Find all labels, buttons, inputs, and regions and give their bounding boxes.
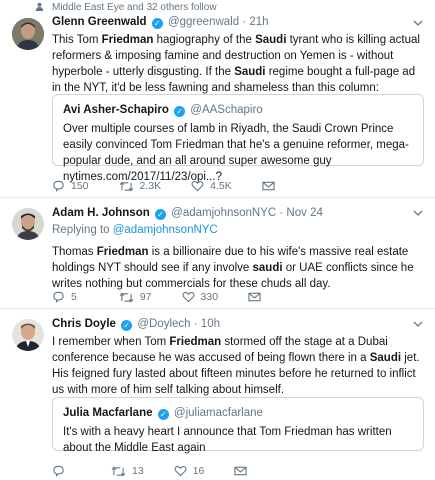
envelope-icon bbox=[248, 292, 261, 302]
separator: · bbox=[190, 318, 201, 330]
heart-icon bbox=[182, 292, 195, 303]
tweet-text: Thomas Friedman is a billionaire due to … bbox=[52, 246, 414, 290]
author-name[interactable]: Adam H. Johnson bbox=[52, 207, 150, 219]
retweet-icon bbox=[119, 291, 134, 303]
timestamp[interactable]: 21h bbox=[249, 16, 268, 28]
quoted-author-handle: @juliamacfarlane bbox=[173, 407, 263, 419]
quoted-tweet[interactable]: Avi Asher-Schapiro ✓ @AASchapiro Over mu… bbox=[52, 94, 424, 183]
verified-badge-icon: ✓ bbox=[151, 18, 163, 29]
quoted-author-name: Julia Macfarlane bbox=[63, 407, 153, 419]
author-handle[interactable]: @Doylech bbox=[137, 318, 190, 330]
verified-badge-icon: ✓ bbox=[121, 320, 133, 331]
message-button[interactable] bbox=[234, 466, 253, 476]
heart-icon bbox=[191, 181, 204, 192]
verified-badge-icon: ✓ bbox=[157, 409, 169, 420]
replying-to: Replying to @adamjohnsonNYC bbox=[52, 224, 218, 236]
tweet-text: I remember when Tom Friedman stormed off… bbox=[52, 336, 420, 396]
envelope-icon bbox=[262, 181, 275, 191]
author-handle[interactable]: @adamjohnsonNYC bbox=[171, 207, 276, 219]
quoted-text: It's with a heavy heart I announce that … bbox=[63, 426, 392, 454]
tweet-actions: 150 2.3K 4.5K bbox=[52, 180, 311, 192]
heart-icon bbox=[174, 466, 187, 477]
envelope-icon bbox=[234, 466, 248, 476]
quoted-author-handle: @AASchapiro bbox=[190, 104, 263, 116]
tweet-actions: 5 97 330 bbox=[52, 291, 297, 303]
quoted-author-name: Avi Asher-Schapiro bbox=[63, 104, 169, 116]
reply-count: 150 bbox=[71, 180, 89, 192]
reply-icon bbox=[53, 180, 64, 192]
like-count: 330 bbox=[200, 291, 219, 303]
retweet-button[interactable]: 2.3K bbox=[119, 180, 162, 192]
tweet[interactable]: Chris Doyle ✓ @Doylech · 10h I remember … bbox=[0, 309, 435, 480]
reply-button[interactable]: 150 bbox=[52, 180, 89, 192]
separator: · bbox=[276, 207, 287, 219]
avatar[interactable] bbox=[12, 208, 44, 240]
tweet[interactable]: Adam H. Johnson ✓ @adamjohnsonNYC · Nov … bbox=[0, 198, 435, 309]
author-name[interactable]: Glenn Greenwald bbox=[52, 16, 147, 28]
author-handle[interactable]: @ggreenwald bbox=[168, 16, 239, 28]
timestamp[interactable]: Nov 24 bbox=[286, 207, 322, 219]
like-count: 16 bbox=[192, 465, 205, 477]
like-count: 4.5K bbox=[210, 180, 232, 192]
timestamp[interactable]: 10h bbox=[201, 318, 220, 330]
separator: · bbox=[239, 16, 250, 28]
verified-badge-icon: ✓ bbox=[154, 209, 166, 220]
retweet-button[interactable]: 97 bbox=[119, 291, 152, 303]
like-button[interactable]: 4.5K bbox=[191, 180, 232, 192]
retweet-icon bbox=[111, 465, 126, 477]
author-name[interactable]: Chris Doyle bbox=[52, 318, 116, 330]
retweet-count: 13 bbox=[132, 465, 144, 477]
reply-to-link[interactable]: @adamjohnsonNYC bbox=[113, 224, 218, 236]
reply-icon bbox=[53, 291, 64, 303]
avatar[interactable] bbox=[12, 18, 44, 50]
retweet-button[interactable]: 13 bbox=[111, 465, 144, 477]
reply-button[interactable] bbox=[52, 465, 71, 477]
avatar[interactable] bbox=[12, 319, 44, 351]
message-button[interactable] bbox=[248, 292, 267, 302]
retweet-count: 2.3K bbox=[139, 180, 162, 192]
retweet-count: 97 bbox=[139, 291, 152, 303]
quoted-text: Over multiple courses of lamb in Riyadh,… bbox=[63, 123, 409, 183]
message-button[interactable] bbox=[262, 181, 281, 191]
quoted-tweet[interactable]: Julia Macfarlane ✓ @juliamacfarlane It's… bbox=[52, 397, 424, 454]
tweet-text: This Tom Friedman hagiography of the Sau… bbox=[52, 34, 420, 94]
like-button[interactable]: 330 bbox=[182, 291, 219, 303]
tweet-actions: 13 16 bbox=[52, 465, 283, 477]
tweet[interactable]: Glenn Greenwald ✓ @ggreenwald · 21h This… bbox=[0, 0, 435, 198]
reply-button[interactable]: 5 bbox=[52, 291, 77, 303]
reply-count: 5 bbox=[71, 291, 77, 303]
like-button[interactable]: 16 bbox=[174, 465, 205, 477]
verified-badge-icon: ✓ bbox=[174, 106, 186, 117]
reply-icon bbox=[53, 465, 64, 477]
retweet-icon bbox=[119, 180, 133, 192]
